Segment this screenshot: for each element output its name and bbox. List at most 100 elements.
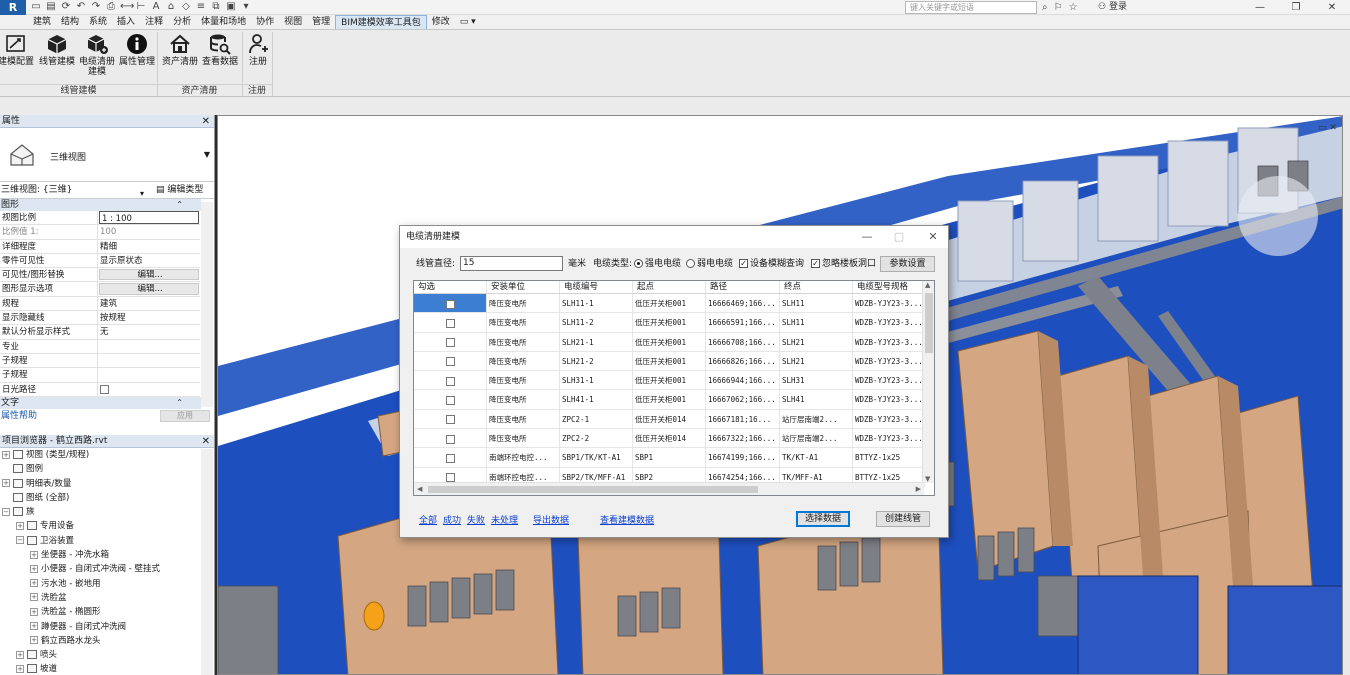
modeling-config-button[interactable]: 建模配置	[0, 33, 36, 67]
table-row[interactable]: 南端环控电控... SBP1/TK/KT-A1 SBP1 16674199;166..…	[414, 448, 925, 468]
expand-icon[interactable]: +	[30, 636, 38, 645]
grid-horizontal-scrollbar[interactable]: ◀ ▶	[414, 482, 924, 495]
attribute-manage-button[interactable]: 属性管理	[117, 33, 157, 67]
prop-value[interactable]	[98, 354, 200, 367]
browser-tree-item[interactable]: + 坐便器 - 冲洗水箱	[0, 548, 214, 562]
print-icon[interactable]: ⎙	[105, 1, 117, 13]
tab-architecture[interactable]: 建筑	[28, 15, 56, 29]
search-input[interactable]: 键入关键字或短语	[905, 1, 1037, 14]
scroll-left-icon[interactable]: ◀	[417, 485, 422, 493]
tab-insert[interactable]: 插入	[112, 15, 140, 29]
close-icon[interactable]: ✕	[1314, 0, 1350, 15]
radio-strong-current[interactable]: 强电电缆	[634, 256, 681, 272]
column-header[interactable]: 勾选	[414, 281, 487, 293]
row-checkbox[interactable]	[445, 434, 455, 444]
scroll-right-icon[interactable]: ▶	[916, 485, 921, 493]
scroll-up-icon[interactable]: ▲	[925, 281, 930, 289]
expand-icon[interactable]: +	[30, 550, 38, 559]
tab-modify[interactable]: 修改	[427, 15, 455, 29]
redo-icon[interactable]: ↷	[90, 1, 102, 13]
table-row[interactable]: 降压变电所 SLH41-1 低压开关柜001 16667062;166... SLH41…	[414, 390, 925, 410]
binoculars-icon[interactable]: ⌕	[1042, 2, 1048, 13]
browser-tree-item[interactable]: + 视图 (类型/规程)	[0, 448, 214, 462]
tab-analyze[interactable]: 分析	[168, 15, 196, 29]
browser-tree-item[interactable]: + 专用设备	[0, 519, 214, 533]
chevron-down-icon[interactable]: ▼	[204, 150, 210, 159]
prop-value[interactable]: 精细	[98, 240, 200, 253]
row-checkbox[interactable]	[445, 395, 455, 405]
row-checkbox[interactable]	[445, 376, 455, 386]
tab-collaborate[interactable]: 协作	[251, 15, 279, 29]
vg-edit-button[interactable]: 编辑...	[99, 269, 199, 281]
prop-value[interactable]: 无	[98, 325, 200, 338]
row-checkbox[interactable]	[445, 318, 455, 328]
expand-icon[interactable]: +	[16, 664, 24, 673]
view-data-button[interactable]: 查看数据	[200, 33, 240, 67]
collapse-icon[interactable]: ⌃	[176, 199, 183, 211]
tab-bim-toolkit[interactable]: BIM建模效率工具包	[335, 15, 427, 29]
browser-tree-item[interactable]: 图纸 (全部)	[0, 491, 214, 505]
cable-list-modeling-button[interactable]: 电缆清册建模	[77, 33, 117, 77]
type-selector[interactable]: 三维视图 ▼	[0, 128, 214, 182]
measure-icon[interactable]: ⟷	[120, 1, 134, 13]
viewport-scrollbar[interactable]	[1343, 115, 1350, 675]
3d-view-icon[interactable]: ⌂	[165, 1, 177, 13]
scroll-thumb[interactable]	[428, 486, 758, 493]
browser-tree-item[interactable]: − 卫浴装置	[0, 534, 214, 548]
sync-icon[interactable]: ⟳	[60, 1, 72, 13]
expand-icon[interactable]: ⌃	[176, 397, 183, 409]
expand-icon[interactable]: +	[30, 564, 38, 573]
browser-tree-item[interactable]: 图例	[0, 462, 214, 476]
table-row[interactable]: 降压变电所 SLH21-2 低压开关柜001 16666826;166... SLH21…	[414, 351, 925, 372]
section-icon[interactable]: ◇	[180, 1, 192, 13]
row-checkbox[interactable]	[445, 473, 455, 483]
switch-windows-icon[interactable]: ▣	[225, 1, 237, 13]
expand-icon[interactable]: +	[30, 607, 38, 616]
tab-structure[interactable]: 结构	[56, 15, 84, 29]
column-header[interactable]: 电缆型号规格	[853, 281, 925, 293]
dimension-icon[interactable]: ⊢	[135, 1, 147, 13]
grid-vertical-scrollbar[interactable]: ▲ ▼	[922, 281, 934, 483]
prop-value[interactable]: 显示原状态	[98, 254, 200, 267]
close-icon[interactable]: ✕	[202, 115, 210, 128]
expand-icon[interactable]: +	[30, 593, 38, 602]
expand-icon[interactable]: +	[2, 450, 10, 459]
close-icon[interactable]: ✕	[202, 435, 210, 448]
thin-lines-icon[interactable]: ≡	[195, 1, 207, 13]
properties-scrollbar[interactable]	[201, 202, 213, 407]
minimize-icon[interactable]: —	[852, 226, 882, 248]
table-row[interactable]: 降压变电所 ZPC2-2 低压开关柜014 16667322;166... 站厅层南端2…	[414, 429, 925, 449]
subscription-icon[interactable]: ⚐	[1054, 2, 1063, 13]
maximize-icon[interactable]: ▢	[884, 226, 914, 248]
select-data-button[interactable]: 选择数据	[796, 511, 850, 527]
radio-weak-current[interactable]: 弱电电缆	[686, 256, 733, 272]
table-row[interactable]: 降压变电所 SLH11-1 低压开关柜001 16666469;166... SLH11…	[414, 294, 925, 314]
table-row[interactable]: 降压变电所 ZPC2-1 低压开关柜014 16667181;16... 站厅层南端2.…	[414, 409, 925, 430]
params-settings-button[interactable]: 参数设置	[880, 256, 935, 272]
browser-tree-item[interactable]: + 鹤立西路水龙头	[0, 634, 214, 648]
row-checkbox[interactable]	[445, 338, 455, 348]
prop-value[interactable]: 建筑	[98, 297, 200, 310]
filter-unprocessed-link[interactable]: 未处理	[491, 513, 518, 526]
apply-button[interactable]: 应用	[160, 409, 210, 422]
expand-icon[interactable]: +	[30, 622, 38, 631]
prop-value[interactable]: 按规程	[98, 311, 200, 324]
instance-filter[interactable]: 三维视图: {三维} ▾ ▤ 编辑类型	[0, 182, 214, 199]
tab-manage[interactable]: 管理	[307, 15, 335, 29]
export-data-link[interactable]: 导出数据	[533, 513, 569, 526]
edit-type-button[interactable]: ▤ 编辑类型	[156, 182, 203, 199]
app-menu-button[interactable]: R	[0, 0, 26, 15]
properties-help-link[interactable]: 属性帮助	[1, 411, 37, 421]
filter-success-link[interactable]: 成功	[443, 513, 461, 526]
create-conduit-button[interactable]: 创建线管	[876, 511, 930, 527]
view-scale-field[interactable]: 1 : 100	[99, 211, 199, 225]
table-row[interactable]: 降压变电所 SLH31-1 低压开关柜001 16666944;166... SLH31…	[414, 371, 925, 391]
browser-tree-item[interactable]: − 族	[0, 505, 214, 519]
conduit-modeling-button[interactable]: 线管建模	[37, 33, 77, 67]
row-checkbox[interactable]	[445, 453, 455, 463]
browser-tree-item[interactable]: + 洗脸盆 - 椭圆形	[0, 605, 214, 619]
asset-list-button[interactable]: 资产清册	[160, 33, 200, 67]
tab-systems[interactable]: 系统	[84, 15, 112, 29]
filter-all-link[interactable]: 全部	[419, 513, 437, 526]
expand-icon[interactable]: +	[16, 521, 24, 530]
